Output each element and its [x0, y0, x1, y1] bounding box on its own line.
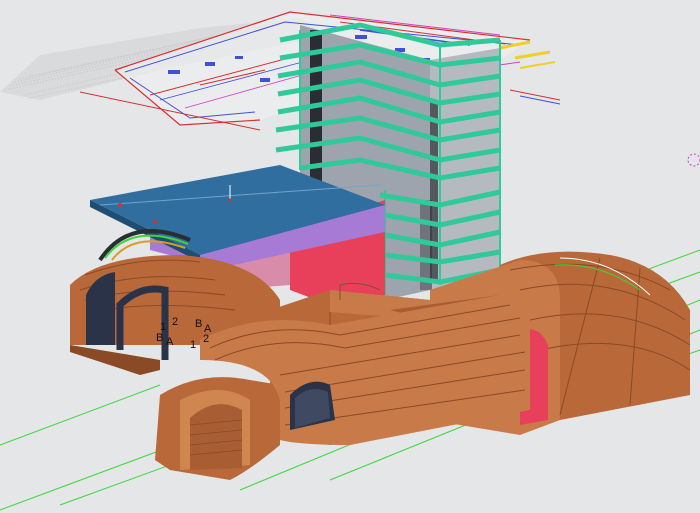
marker-label-2b: 2 [203, 333, 210, 345]
3d-model-viewport[interactable]: 1 2 B A B A 1 2 [0, 0, 700, 513]
marker-label-2: 2 [172, 316, 179, 328]
marker-label-b2: B [195, 318, 203, 330]
bim-scene[interactable] [0, 0, 700, 513]
marker-label-1b: 1 [190, 339, 197, 351]
marker-label-a: A [166, 336, 174, 348]
marker-label-b: B [156, 332, 164, 344]
